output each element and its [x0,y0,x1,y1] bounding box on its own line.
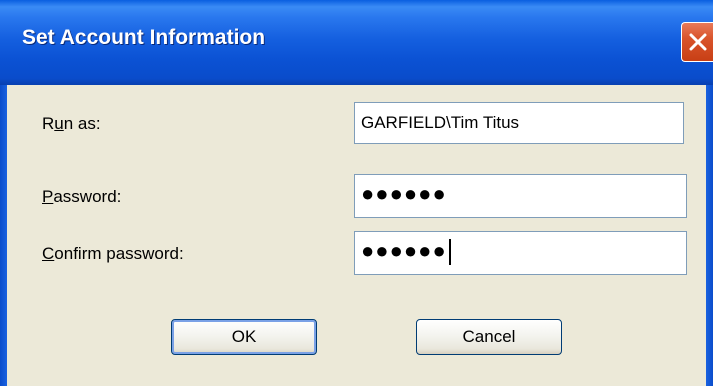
confirm-password-label-rest: onfirm password: [54,244,184,263]
text-caret [448,239,451,266]
close-icon [689,33,707,51]
confirm-password-label: Confirm password: [42,244,184,264]
cancel-button[interactable]: Cancel [416,319,562,355]
password-label: Password: [42,187,121,207]
dialog-window: Set Account Information Run as: GARFIELD… [0,0,713,386]
window-left-border [0,85,7,386]
window-right-border [706,85,713,386]
password-input[interactable]: ●●●●●● [354,174,687,218]
confirm-password-mnemonic: C [42,244,55,263]
password-label-rest: assword: [53,187,122,206]
run-as-label-rest: n as: [63,114,101,133]
run-as-label-part: R [42,114,55,133]
title-bar[interactable]: Set Account Information [0,0,713,85]
password-value: ●●●●●● [361,181,447,206]
confirm-password-input[interactable]: ●●●●●● [354,231,687,275]
dialog-title: Set Account Information [22,26,266,49]
run-as-input[interactable]: GARFIELD\Tim Titus [354,102,684,144]
confirm-password-value: ●●●●●● [361,238,447,263]
close-button[interactable] [681,22,713,62]
run-as-mnemonic: u [54,114,64,133]
password-mnemonic: P [42,187,54,206]
ok-button[interactable]: OK [171,319,317,355]
run-as-label: Run as: [42,114,101,134]
